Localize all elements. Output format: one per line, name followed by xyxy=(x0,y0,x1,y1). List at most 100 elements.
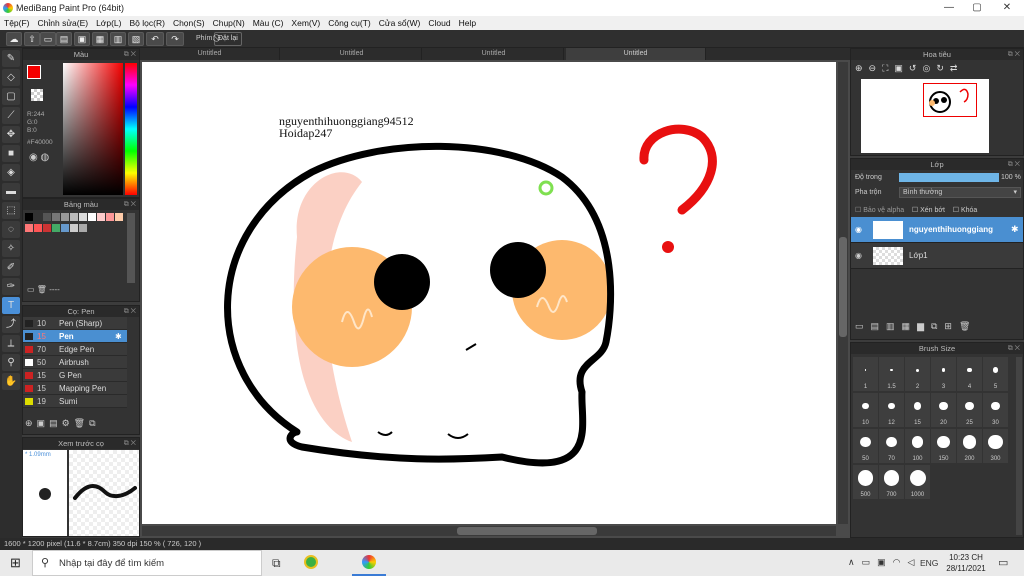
task-view-icon[interactable]: ⧉ xyxy=(272,556,281,571)
brush-size-cell[interactable]: 12 xyxy=(879,393,904,427)
brush-size-cell[interactable]: 200 xyxy=(957,429,982,463)
medibang-taskbar-icon[interactable] xyxy=(362,555,376,569)
blend-mode-select[interactable]: Bình thường ▾ xyxy=(899,187,1021,198)
panel-icon[interactable]: ▧ xyxy=(128,32,144,46)
open-file-icon[interactable]: ▤ xyxy=(56,32,72,46)
hand-tool-icon[interactable]: ✋ xyxy=(2,373,20,390)
new-file-icon[interactable]: ▭ xyxy=(40,32,56,46)
brush-tool-icon[interactable]: ✎ xyxy=(2,50,20,67)
menu-select[interactable]: Chọn(S) xyxy=(169,16,209,28)
panel-options-icon[interactable]: ⧉ ✕ xyxy=(1008,159,1020,170)
brush-item[interactable]: 19 Sumi xyxy=(23,395,127,408)
brush-item[interactable]: 15 Pen ✱ xyxy=(23,330,127,343)
rotate-left-icon[interactable]: ↺ xyxy=(909,63,923,73)
brush-size-cell[interactable]: 1000 xyxy=(905,465,930,499)
palette-swatch[interactable] xyxy=(115,213,123,221)
protect-alpha-checkbox[interactable]: ☐ Bảo vệ alpha xyxy=(855,207,904,214)
reset-button[interactable]: ⃠Đặt lại xyxy=(214,32,242,46)
eye-icon[interactable]: ◉ xyxy=(855,225,862,234)
brush-size-cell[interactable]: 3 xyxy=(931,357,956,391)
brush-item[interactable]: 10 Pen (Sharp) xyxy=(23,317,127,330)
hue-slider[interactable] xyxy=(125,63,137,195)
menu-window[interactable]: Cửa sổ(W) xyxy=(375,16,425,28)
menu-filter[interactable]: Bộ lọc(R) xyxy=(126,16,169,28)
brush-size-cell[interactable]: 1.5 xyxy=(879,357,904,391)
redo-icon[interactable]: ↷ xyxy=(166,32,184,46)
gradient-tool-icon[interactable]: ▬ xyxy=(2,183,20,200)
primary-color-swatch[interactable] xyxy=(27,65,41,79)
drawing-canvas[interactable]: nguyenthihuonggiang94512 Hoidap247 xyxy=(142,62,836,524)
brush-size-cell[interactable]: 2 xyxy=(905,357,930,391)
rectangle-tool-icon[interactable]: ▢ xyxy=(2,88,20,105)
cloud-icon[interactable]: ☁ xyxy=(6,32,22,46)
display-icon[interactable]: ▣ xyxy=(877,557,893,567)
minimize-button[interactable]: — xyxy=(934,0,964,16)
undo-icon[interactable]: ↶ xyxy=(146,32,164,46)
menu-cloud[interactable]: Cloud xyxy=(424,16,454,28)
select-tool-icon[interactable]: ⬚ xyxy=(2,202,20,219)
color-wheel-icon[interactable]: ◉ ◍ xyxy=(29,152,49,163)
palette-swatch[interactable] xyxy=(34,224,42,232)
layer-row[interactable]: ◉ nguyenthihuonggiang ✱ xyxy=(851,217,1023,243)
layout-icon[interactable]: ▥ xyxy=(110,32,126,46)
add-brush-icon[interactable]: ⊕ xyxy=(25,418,37,428)
maximize-button[interactable]: ▢ xyxy=(962,0,992,16)
brush-size-cell[interactable]: 700 xyxy=(879,465,904,499)
brush-item[interactable]: 15 Mapping Pen xyxy=(23,382,127,395)
network-icon[interactable]: ▭ xyxy=(862,557,878,567)
taskbar-search[interactable]: ⚲ Nhập tại đây để tìm kiếm xyxy=(32,550,262,576)
text-tool-icon[interactable]: T xyxy=(2,297,20,314)
brush-size-cell[interactable]: 25 xyxy=(957,393,982,427)
lock-checkbox[interactable]: ☐ Khóa xyxy=(953,207,978,214)
palette-swatch[interactable] xyxy=(106,213,114,221)
lasso-tool-icon[interactable]: ◌ xyxy=(2,221,20,238)
saturation-value-picker[interactable] xyxy=(63,63,123,195)
tab-untitled-2[interactable]: Untitled xyxy=(282,48,422,60)
rotate-right-icon[interactable]: ↻ xyxy=(936,63,950,73)
menu-file[interactable]: Tệp(F) xyxy=(0,16,34,28)
panel-options-icon[interactable]: ⧉ ✕ xyxy=(1008,343,1020,354)
panel-options-icon[interactable]: ⧉ ✕ xyxy=(1008,49,1020,60)
fill-shape-tool-icon[interactable]: ■ xyxy=(2,145,20,162)
operation-tool-icon[interactable]: ⤴ xyxy=(2,316,20,333)
brush-size-cell[interactable]: 5 xyxy=(983,357,1008,391)
brush-size-cell[interactable]: 30 xyxy=(983,393,1008,427)
menu-tools[interactable]: Công cụ(T) xyxy=(324,16,375,28)
palette-scrollbar[interactable] xyxy=(127,213,135,283)
panel-options-icon[interactable]: ⧉ ✕ xyxy=(124,199,136,210)
palette-swatch[interactable] xyxy=(52,224,60,232)
eyedropper-tool-icon[interactable]: ⚲ xyxy=(2,354,20,371)
tab-untitled-4[interactable]: Untitled xyxy=(566,48,706,60)
brush-settings-icon[interactable]: ⚙ xyxy=(62,418,74,428)
brush-size-cell[interactable]: 20 xyxy=(931,393,956,427)
brush-size-cell[interactable]: 100 xyxy=(905,429,930,463)
delete-layer-icon[interactable]: 🗑 xyxy=(959,321,977,331)
brush-size-cell[interactable]: 70 xyxy=(879,429,904,463)
tab-untitled-1[interactable]: Untitled xyxy=(140,48,280,60)
brush-size-cell[interactable]: 300 xyxy=(983,429,1008,463)
brush-size-cell[interactable]: 50 xyxy=(853,429,878,463)
palette-swatch[interactable] xyxy=(52,213,60,221)
zoom-in-icon[interactable]: ⊕ xyxy=(855,63,869,73)
palette-swatch[interactable] xyxy=(88,213,96,221)
transparent-swatch[interactable] xyxy=(31,89,43,101)
palette-swatch[interactable] xyxy=(61,213,69,221)
select-eraser-tool-icon[interactable]: ✑ xyxy=(2,278,20,295)
brush-import-icon[interactable]: ▤ xyxy=(49,418,62,428)
select-pen-tool-icon[interactable]: ✐ xyxy=(2,259,20,276)
menu-layer[interactable]: Lớp(L) xyxy=(92,16,125,28)
line-tool-icon[interactable]: ⟋ xyxy=(2,107,20,124)
palette-swatch[interactable] xyxy=(97,213,105,221)
layer-row[interactable]: ◉ Lớp1 xyxy=(851,243,1023,269)
add-palette-icon[interactable]: ▭ xyxy=(27,285,35,294)
menu-edit[interactable]: Chỉnh sửa(E) xyxy=(34,16,93,28)
notification-icon[interactable]: ▭ xyxy=(998,556,1008,569)
brush-item[interactable]: 70 Edge Pen xyxy=(23,343,127,356)
eraser-tool-icon[interactable]: ◇ xyxy=(2,69,20,86)
menu-help[interactable]: Help xyxy=(455,16,480,28)
brush-size-cell[interactable]: 150 xyxy=(931,429,956,463)
upload-icon[interactable]: ⇧ xyxy=(24,32,40,46)
clock[interactable]: 10:23 CH 28/11/2021 xyxy=(944,552,988,574)
menu-color[interactable]: Màu (C) xyxy=(249,16,288,28)
new-halftone-layer-icon[interactable]: ▤ xyxy=(871,321,887,331)
